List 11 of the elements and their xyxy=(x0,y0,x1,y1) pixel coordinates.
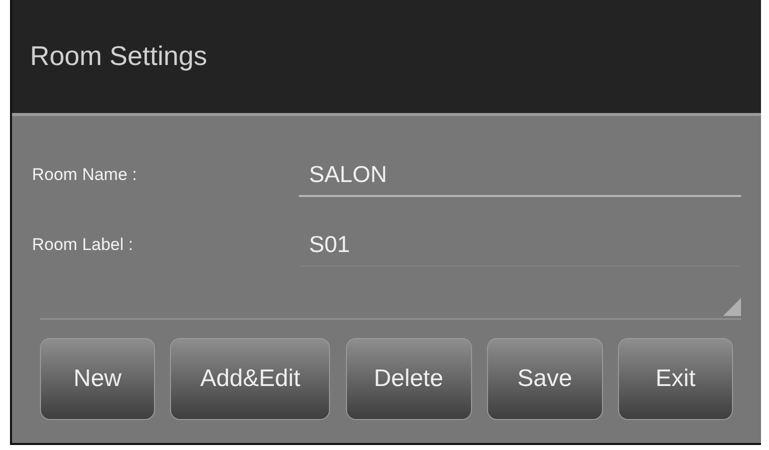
action-button[interactable]: Exit xyxy=(618,338,733,420)
field-label: Room Name : xyxy=(32,164,138,186)
resize-handle-icon xyxy=(723,298,741,316)
action-button[interactable]: Delete xyxy=(346,338,472,420)
window-title: Room Settings xyxy=(30,40,208,74)
action-button[interactable]: Add&Edit xyxy=(170,338,330,420)
action-button[interactable]: New xyxy=(40,338,155,420)
text-field[interactable]: S01 xyxy=(299,223,741,267)
text-field[interactable]: SALON xyxy=(299,153,741,197)
action-button[interactable]: Save xyxy=(486,338,603,420)
field-label: Room Label : xyxy=(32,234,134,256)
